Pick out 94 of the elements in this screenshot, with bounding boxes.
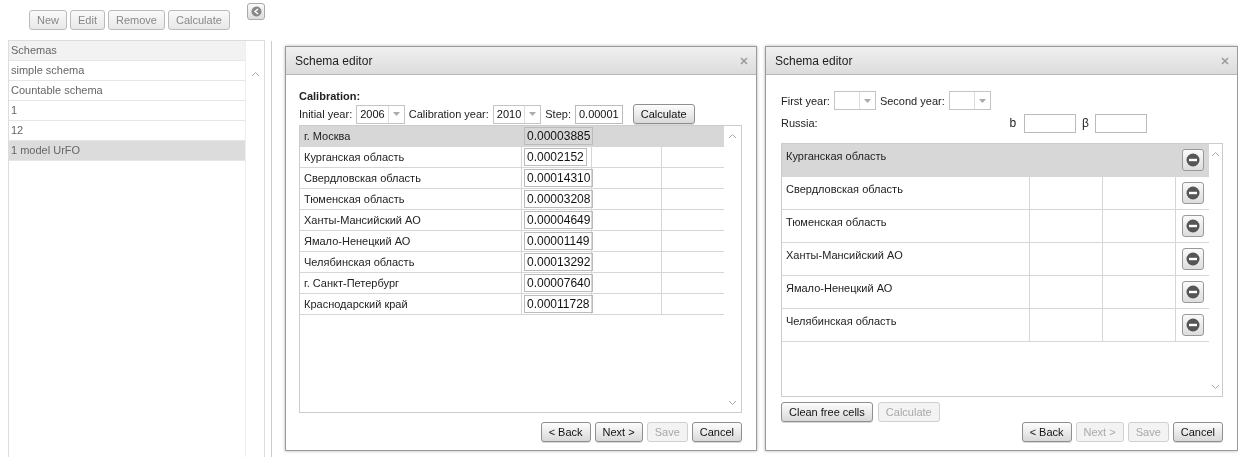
grid-row[interactable]: г. Москва 0.00003885 [300, 126, 724, 147]
grid-row[interactable]: Свердловская область 0.00014310 [300, 168, 724, 189]
dialog-title: Schema editor [775, 53, 853, 68]
table-cell: Курганская область [782, 144, 1030, 176]
minus-circle-icon [1185, 219, 1200, 233]
dialog-title: Schema editor [295, 53, 373, 68]
input-field[interactable]: 0.00007640 [524, 274, 594, 292]
remove-button[interactable] [1181, 281, 1204, 303]
remove-button[interactable] [1181, 314, 1204, 336]
input-field[interactable]: 0.00014310 [524, 169, 594, 187]
scroll-up-icon[interactable] [1211, 151, 1220, 157]
grid-row[interactable]: Челябинская область [782, 309, 1209, 341]
grid-row[interactable]: Свердловская область [782, 177, 1209, 210]
schema-list-item[interactable]: 1 [9, 101, 245, 121]
input-field[interactable] [1024, 113, 1077, 133]
table-cell: Свердловская область [300, 168, 522, 188]
input-field[interactable]: 0.0002152 [524, 148, 587, 166]
field-label: Russia: [781, 117, 818, 129]
year-dropdown[interactable] [948, 91, 991, 110]
schema-list-item[interactable]: simple schema [9, 61, 245, 81]
table-cell: Ямало-Ненецкий АО [782, 276, 1030, 308]
field-label: Calibration year: [408, 108, 489, 120]
field-label: Initial year: [299, 108, 353, 120]
input-field[interactable]: 0.00013292 [524, 253, 594, 271]
year-dropdown[interactable]: 2010 [492, 104, 542, 124]
section-title: Calibration: [299, 90, 362, 102]
field-label: b [1009, 116, 1017, 130]
remove-button[interactable] [1181, 215, 1204, 237]
input-field[interactable]: 0.00001149 [524, 232, 593, 250]
dropdown-arrow-icon [863, 98, 871, 103]
grid-row[interactable]: Курганская область 0.0002152 [300, 147, 724, 168]
schema-list-item[interactable]: 1 model UrFO [9, 141, 245, 161]
field-label: Step: [545, 108, 571, 120]
input-field[interactable]: 0.00004649 [524, 211, 594, 229]
grid-row[interactable]: Ханты-Мансийский АО 0.00004649 [300, 210, 724, 231]
circle-arrow-icon [250, 6, 262, 17]
grid-row[interactable]: Ямало-Ненецкий АО [782, 276, 1209, 309]
grid-row[interactable]: г. Санкт-Петербург 0.00007640 [300, 273, 724, 294]
calculate-button[interactable]: Calculate [632, 104, 695, 124]
dialog-button[interactable]: Cancel [691, 422, 742, 442]
dialog-button[interactable]: Next > [594, 422, 643, 442]
close-icon[interactable] [1221, 56, 1229, 65]
scroll-down-icon[interactable] [1211, 384, 1220, 390]
grid-row[interactable]: Ханты-Мансийский АО [782, 243, 1209, 276]
table-cell: Краснодарский край [300, 294, 522, 314]
table-cell: Ямало-Ненецкий АО [300, 231, 522, 251]
scroll-up-icon[interactable] [728, 133, 737, 139]
table-cell: Челябинская область [300, 252, 522, 272]
grid-row[interactable]: Тюменская область [782, 210, 1209, 243]
table-cell: Ханты-Мансийский АО [300, 210, 522, 230]
dialog-button[interactable]: Cancel [1172, 422, 1223, 442]
input-field[interactable]: 0.00001 [574, 104, 623, 124]
table-cell: г. Санкт-Петербург [300, 273, 522, 293]
year-dropdown[interactable]: 2006 [356, 104, 405, 124]
minus-circle-icon [1185, 318, 1200, 332]
collapse-button[interactable] [247, 3, 265, 20]
remove-button[interactable] [1181, 182, 1204, 204]
table-cell: Тюменская область [300, 189, 522, 209]
minus-circle-icon [1185, 186, 1200, 200]
grid-row[interactable]: Ямало-Ненецкий АО 0.00001149 [300, 231, 724, 252]
dropdown-arrow-icon [392, 112, 400, 116]
table-cell: Тюменская область [782, 210, 1030, 242]
dropdown-arrow-icon [978, 98, 986, 103]
list-header: Schemas [9, 41, 245, 61]
schema-list-item[interactable]: Countable schema [9, 81, 245, 101]
dialog-button[interactable]: < Back [1021, 422, 1072, 442]
scroll-up-icon[interactable] [250, 71, 260, 77]
input-field[interactable]: 0.00003208 [524, 190, 594, 208]
table-cell: Ханты-Мансийский АО [782, 243, 1030, 275]
minus-circle-icon [1185, 153, 1200, 167]
minus-circle-icon [1185, 252, 1200, 266]
input-field[interactable] [1095, 113, 1147, 133]
input-field[interactable]: 0.00011728 [524, 295, 593, 313]
scroll-down-icon[interactable] [728, 400, 737, 406]
remove-button[interactable] [1181, 149, 1204, 171]
grid-row[interactable]: Челябинская область 0.00013292 [300, 252, 724, 273]
remove-button[interactable] [1181, 248, 1204, 270]
field-label: First year: [781, 94, 830, 107]
table-cell: Курганская область [300, 147, 522, 167]
dialog-button[interactable]: < Back [540, 422, 591, 442]
minus-circle-icon [1185, 285, 1200, 299]
table-cell: г. Москва [300, 126, 522, 146]
table-cell: Свердловская область [782, 177, 1030, 209]
input-field[interactable]: 0.00003885 [524, 127, 594, 145]
table-cell: Челябинская область [782, 309, 1030, 341]
field-label: Second year: [879, 94, 945, 107]
year-dropdown[interactable] [833, 91, 876, 110]
grid-row[interactable]: Курганская область [782, 144, 1209, 177]
action-button[interactable]: Clean free cells [781, 402, 873, 422]
grid-row[interactable]: Тюменская область 0.00003208 [300, 189, 724, 210]
grid-row[interactable]: Краснодарский край 0.00011728 [300, 294, 724, 315]
dropdown-arrow-icon [529, 112, 537, 116]
field-label: β [1082, 116, 1089, 130]
close-icon[interactable] [740, 56, 748, 65]
